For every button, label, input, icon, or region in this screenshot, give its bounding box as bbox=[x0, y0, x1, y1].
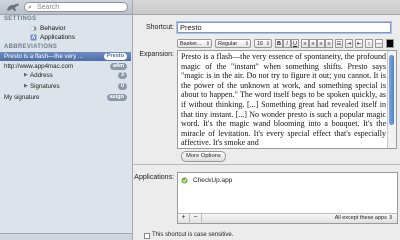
abbreviation-group-address[interactable]: ▶ Address 3 bbox=[0, 71, 131, 80]
outdent-icon[interactable]: ⇤ bbox=[355, 39, 363, 48]
indent-icon[interactable]: ⇥ bbox=[345, 39, 353, 48]
chevron-down-icon: ⇕ bbox=[205, 41, 210, 47]
disclosure-triangle-icon[interactable]: ▶ bbox=[24, 82, 28, 91]
font-size-popup[interactable]: 16 ⇕ bbox=[254, 39, 272, 48]
expansion-editor[interactable]: Presto is a flash—the very essence of sp… bbox=[177, 50, 397, 149]
spacing-icon[interactable]: ↕ bbox=[365, 39, 373, 48]
scrollbar-thumb[interactable] bbox=[389, 55, 394, 125]
abbreviation-badge: 3 bbox=[117, 72, 127, 79]
list-icon[interactable]: ☰ bbox=[335, 39, 343, 48]
abbreviations-heading: ABBREVIATIONS bbox=[4, 44, 58, 50]
italic-button[interactable]: I bbox=[283, 39, 291, 48]
font-family-popup[interactable]: Basker... ⇕ bbox=[177, 39, 212, 48]
format-toolbar: Basker... ⇕ Regular ⇕ 16 ⇕ B I U ≡ ≡ ≡ ≡ ☰ … bbox=[177, 39, 399, 49]
sidebar-footer bbox=[0, 233, 132, 240]
application-name: CheckUp.app bbox=[193, 177, 233, 184]
sidebar-item-applications[interactable]: Applications bbox=[0, 33, 131, 42]
vertical-scrollbar[interactable] bbox=[387, 51, 396, 148]
font-size-value: 16 bbox=[257, 41, 264, 47]
abbreviation-text: My signature bbox=[4, 94, 40, 101]
sidebar-item-behavior[interactable]: Behavior bbox=[0, 24, 131, 33]
expansion-text[interactable]: Presto is a flash—the very essence of sp… bbox=[181, 52, 386, 148]
font-style-value: Regular bbox=[218, 41, 238, 47]
font-family-value: Basker... bbox=[180, 41, 202, 47]
section-divider bbox=[133, 164, 400, 165]
detail-pane: Shortcut: Presto Expansion: Basker... ⇕ R… bbox=[133, 0, 400, 240]
abbreviation-group-signatures[interactable]: ▶ Signatures 0 bbox=[0, 82, 131, 91]
sidebar-item-label: Applications bbox=[40, 34, 76, 41]
abbreviation-item-url[interactable]: http://www.app4mac.com a4m bbox=[0, 62, 131, 71]
applications-icon bbox=[30, 34, 37, 41]
more-options-button[interactable]: More Options bbox=[181, 151, 226, 162]
list-item[interactable]: CheckUp.app bbox=[178, 176, 397, 185]
line-icon[interactable]: — bbox=[375, 39, 383, 48]
search-icon: ⌕ bbox=[28, 4, 32, 11]
font-style-popup[interactable]: Regular ⇕ bbox=[215, 39, 251, 48]
chevron-down-icon: ⇕ bbox=[244, 41, 249, 47]
sidebar-item-label: Behavior bbox=[40, 25, 66, 32]
shortcut-input[interactable]: Presto bbox=[177, 22, 391, 33]
window-toolbar bbox=[133, 0, 400, 15]
applications-mode-popup[interactable]: All except these apps ⇕ bbox=[335, 214, 393, 222]
applications-mode-value: All except these apps bbox=[334, 215, 387, 221]
bold-button[interactable]: B bbox=[275, 39, 283, 48]
text-color-swatch[interactable] bbox=[386, 39, 394, 48]
underline-button[interactable]: U bbox=[291, 39, 299, 48]
settings-heading: SETTINGS bbox=[4, 16, 37, 22]
kangaroo-logo-icon bbox=[7, 3, 19, 11]
align-left-icon[interactable]: ≡ bbox=[301, 39, 309, 48]
chevron-down-icon: ⇕ bbox=[265, 41, 270, 47]
chevron-down-icon: ⇕ bbox=[388, 215, 393, 221]
align-center-icon[interactable]: ≡ bbox=[309, 39, 317, 48]
abbreviation-badge: a4m bbox=[109, 63, 127, 70]
sidebar: ⌕ Search SETTINGS Behavior Applications … bbox=[0, 0, 133, 240]
align-right-icon[interactable]: ≡ bbox=[317, 39, 325, 48]
abbreviation-badge: Presto bbox=[103, 53, 127, 60]
search-input[interactable]: ⌕ Search bbox=[24, 2, 128, 12]
checkup-app-icon bbox=[181, 177, 188, 184]
applications-footer: + − All except these apps ⇕ bbox=[178, 213, 397, 223]
abbreviation-badge: asign bbox=[106, 94, 127, 101]
search-placeholder: Search bbox=[37, 4, 60, 11]
switch-icon bbox=[30, 26, 37, 31]
sidebar-header: ⌕ Search bbox=[0, 0, 132, 15]
abbreviation-item-presto[interactable]: Presto is a flash—the very ... Presto bbox=[0, 52, 131, 61]
abbreviation-badge: 0 bbox=[117, 83, 127, 90]
disclosure-triangle-icon[interactable]: ▶ bbox=[24, 71, 28, 80]
case-sensitive-checkbox[interactable] bbox=[144, 233, 150, 239]
applications-list[interactable]: CheckUp.app + − All except these apps ⇕ bbox=[177, 172, 398, 224]
remove-application-button[interactable]: − bbox=[190, 214, 202, 222]
shortcut-label: Shortcut: bbox=[145, 24, 174, 31]
abbreviation-text: http://www.app4mac.com bbox=[4, 63, 74, 70]
align-justify-icon[interactable]: ≡ bbox=[325, 39, 333, 48]
add-application-button[interactable]: + bbox=[178, 214, 190, 222]
expansion-label: Expansion: bbox=[139, 51, 174, 58]
applications-label: Applications: bbox=[134, 174, 174, 181]
abbreviation-text: Signatures bbox=[30, 83, 60, 90]
abbreviation-text: Presto is a flash—the very ... bbox=[4, 53, 84, 60]
abbreviation-item-signature[interactable]: My signature asign bbox=[0, 93, 131, 102]
abbreviation-text: Address bbox=[30, 72, 53, 79]
case-sensitive-label: This shortcut is case sensitive. bbox=[152, 232, 234, 238]
